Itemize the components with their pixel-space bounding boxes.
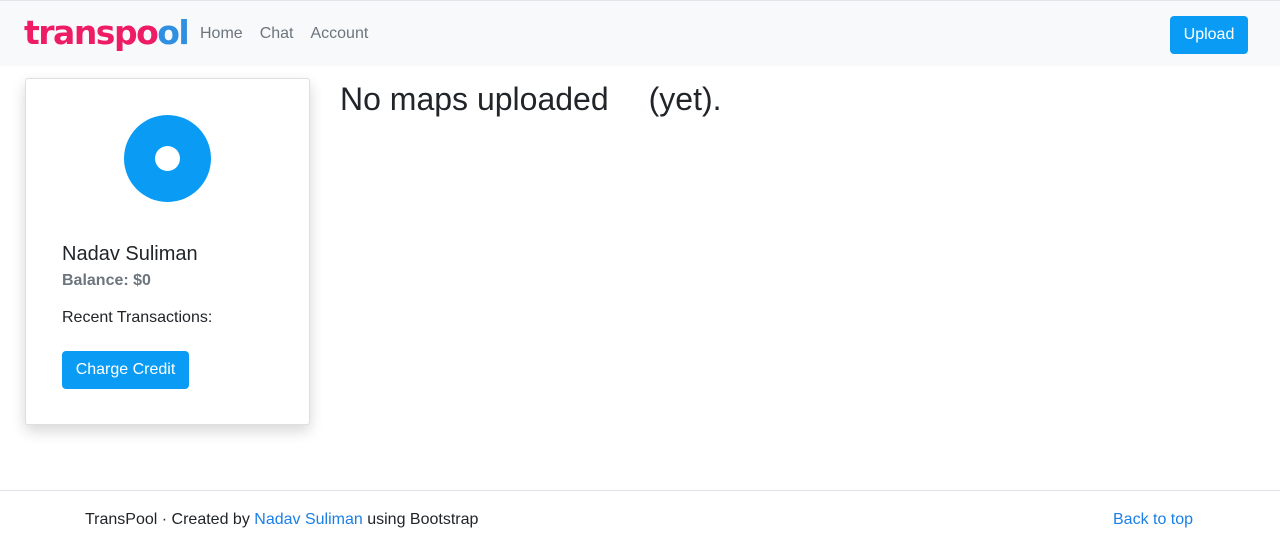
footer-credits: TransPool · Created by Nadav Suliman usi… bbox=[85, 510, 478, 530]
user-name: Nadav Suliman bbox=[62, 243, 198, 265]
nav-link-home[interactable]: Home bbox=[200, 23, 243, 45]
logo-text-accent: ol bbox=[157, 13, 189, 52]
recent-transactions-label: Recent Transactions: bbox=[62, 309, 213, 326]
profile-card: Nadav Suliman Balance: $0 Recent Transac… bbox=[25, 78, 310, 425]
charge-credit-button[interactable]: Charge Credit bbox=[62, 351, 189, 389]
heading-main-text: No maps uploaded bbox=[340, 81, 609, 117]
top-navbar: transpool Home Chat Account Upload bbox=[0, 0, 1280, 66]
logo-text-main: transpo bbox=[24, 13, 159, 52]
transpool-logo[interactable]: transpool bbox=[24, 10, 190, 56]
avatar bbox=[124, 115, 211, 202]
nav-link-chat[interactable]: Chat bbox=[260, 23, 294, 45]
footer-brand: TransPool bbox=[85, 511, 158, 528]
balance: Balance: $0 bbox=[62, 271, 151, 291]
nav-link-account[interactable]: Account bbox=[310, 23, 368, 45]
footer-separator: · Created by bbox=[157, 511, 255, 528]
upload-button[interactable]: Upload bbox=[1170, 16, 1248, 54]
nav-links: Home Chat Account bbox=[200, 23, 385, 45]
back-to-top-link[interactable]: Back to top bbox=[1113, 510, 1193, 530]
balance-label: Balance: bbox=[62, 272, 129, 289]
footer: TransPool · Created by Nadav Suliman usi… bbox=[0, 490, 1280, 548]
avatar-center-dot bbox=[155, 146, 180, 171]
heading-suffix-text: (yet). bbox=[648, 81, 722, 117]
footer-suffix: using Bootstrap bbox=[362, 511, 479, 528]
balance-value: $0 bbox=[133, 272, 151, 289]
page-heading: No maps uploaded (yet). bbox=[340, 80, 722, 118]
author-link[interactable]: Nadav Suliman bbox=[254, 511, 363, 528]
